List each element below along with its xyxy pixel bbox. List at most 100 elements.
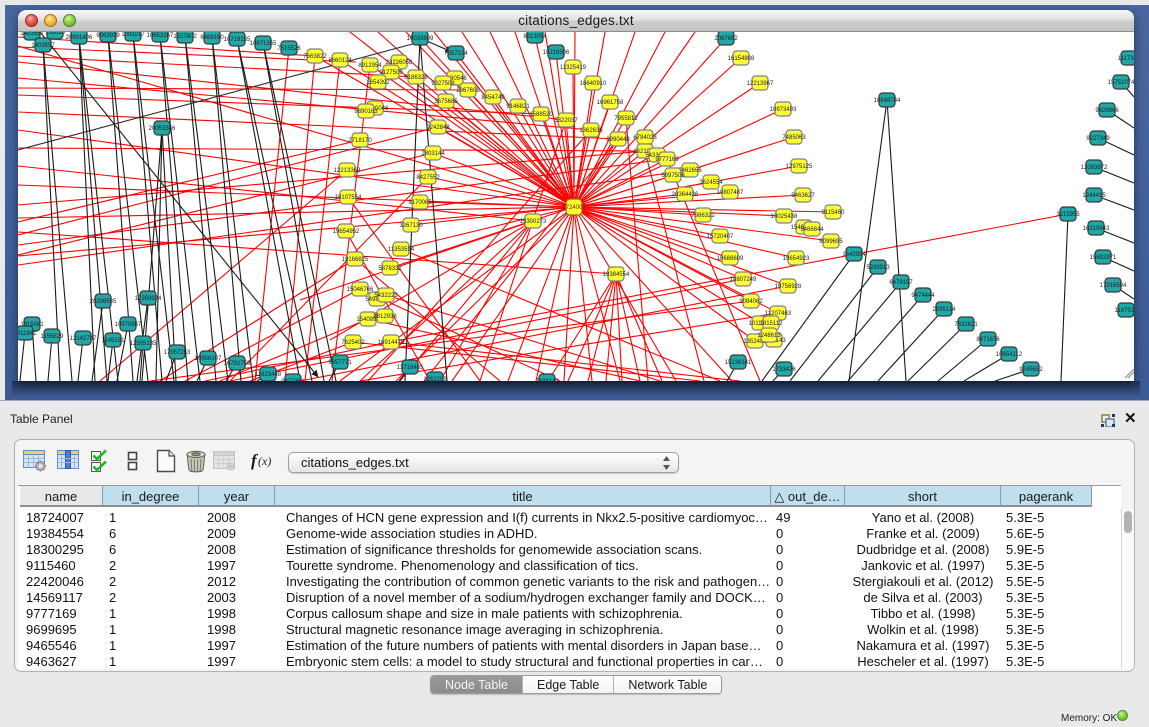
svg-text:5432222: 5432222 (374, 293, 398, 299)
svg-text:11923448: 11923448 (255, 372, 282, 378)
svg-text:3911941: 3911941 (18, 331, 37, 337)
svg-text:10654112: 10654112 (996, 352, 1023, 358)
svg-text:1244415: 1244415 (1082, 193, 1106, 199)
svg-text:10653267: 10653267 (147, 33, 174, 39)
svg-text:20364436: 20364436 (672, 192, 699, 198)
svg-text:3624554: 3624554 (699, 180, 723, 186)
svg-text:10688609: 10688609 (717, 256, 744, 262)
svg-text:9115460: 9115460 (822, 210, 846, 216)
svg-text:11325419: 11325419 (560, 65, 587, 71)
svg-text:1145191: 1145191 (102, 338, 126, 344)
svg-text:18807249: 18807249 (730, 277, 757, 283)
svg-text:3215955: 3215955 (1056, 212, 1080, 218)
svg-text:5878332: 5878332 (378, 266, 402, 272)
svg-text:12213967: 12213967 (747, 81, 774, 87)
svg-text:20691406: 20691406 (66, 35, 93, 41)
svg-text:16154808: 16154808 (728, 56, 755, 62)
svg-text:12505135: 12505135 (130, 341, 157, 347)
svg-text:7663822: 7663822 (303, 54, 327, 60)
svg-text:8454749: 8454749 (481, 95, 505, 101)
svg-text:19756928: 19756928 (775, 284, 802, 290)
svg-text:7515526: 7515526 (277, 46, 301, 52)
svg-text:9242848: 9242848 (426, 125, 450, 131)
svg-text:9463627: 9463627 (791, 193, 815, 199)
svg-text:9777169: 9777169 (655, 157, 679, 163)
svg-text:15720407: 15720407 (707, 234, 734, 240)
svg-text:16914479: 16914479 (378, 340, 405, 346)
svg-text:1248613: 1248613 (757, 333, 781, 339)
svg-text:1815112: 1815112 (760, 321, 784, 327)
svg-text:10958107: 10958107 (195, 356, 222, 362)
svg-text:8813054: 8813054 (523, 34, 547, 40)
svg-text:1093217: 1093217 (121, 32, 145, 38)
svg-text:16210643: 16210643 (1083, 226, 1110, 232)
svg-text:9084062: 9084062 (739, 299, 763, 305)
svg-text:9857771: 9857771 (328, 360, 352, 366)
svg-text:9146821: 9146821 (506, 104, 530, 110)
svg-text:6794028: 6794028 (633, 135, 657, 141)
svg-text:19218506: 19218506 (543, 50, 570, 56)
svg-text:7986322: 7986322 (691, 213, 715, 219)
svg-text:2867608: 2867608 (456, 88, 480, 94)
svg-text:19654923: 19654923 (783, 256, 810, 262)
svg-text:16648784: 16648784 (874, 98, 901, 104)
svg-text:11353594: 11353594 (388, 247, 415, 253)
svg-text:15751074: 15751074 (1108, 80, 1134, 86)
svg-text:1117358: 1117358 (1118, 56, 1134, 62)
svg-text:9471361: 9471361 (281, 379, 305, 381)
svg-text:8812938: 8812938 (373, 314, 397, 320)
svg-text:9063019: 9063019 (96, 33, 120, 39)
svg-text:166020: 166020 (45, 32, 66, 36)
svg-text:1733426: 1733426 (772, 367, 796, 373)
svg-text:5322037: 5322037 (554, 118, 578, 124)
svg-text:2803144: 2803144 (421, 151, 445, 157)
svg-text:16640910: 16640910 (580, 81, 607, 87)
svg-text:7357224: 7357224 (444, 51, 468, 57)
svg-text:1167534: 1167534 (1115, 308, 1134, 314)
svg-text:19166825: 19166825 (342, 257, 369, 263)
svg-text:6897508: 6897508 (661, 173, 685, 179)
svg-text:9474444: 9474444 (911, 293, 935, 299)
svg-text:2087682: 2087682 (714, 36, 738, 42)
svg-text:15692971: 15692971 (1090, 255, 1117, 261)
svg-text:3267130: 3267130 (399, 223, 423, 229)
svg-text:12213369: 12213369 (334, 168, 361, 174)
svg-text:10025438: 10025438 (771, 214, 798, 220)
svg-text:10807487: 10807487 (717, 190, 744, 196)
svg-text:1403557: 1403557 (20, 32, 44, 37)
svg-text:9245652: 9245652 (1019, 367, 1043, 373)
svg-text:16782759: 16782759 (224, 361, 251, 367)
svg-text:8186328: 8186328 (404, 75, 428, 81)
svg-text:1527602: 1527602 (173, 34, 197, 40)
svg-text:17957253: 17957253 (164, 350, 191, 356)
svg-text:5466844: 5466844 (800, 227, 824, 233)
svg-text:8912954: 8912954 (358, 63, 382, 69)
svg-text:8427552: 8427552 (416, 175, 440, 181)
svg-text:(x): (x) (258, 454, 271, 468)
svg-text:1403557: 1403557 (31, 43, 55, 49)
svg-text:5938913: 5938913 (866, 265, 890, 271)
svg-text:2718170: 2718170 (348, 138, 372, 144)
svg-text:12975125: 12975125 (786, 164, 813, 170)
svg-text:15136141: 15136141 (725, 360, 752, 366)
svg-text:16961758: 16961758 (597, 100, 624, 106)
svg-text:3675685: 3675685 (434, 99, 458, 105)
svg-text:19654952: 19654952 (333, 229, 360, 235)
svg-text:7955812: 7955812 (614, 116, 638, 122)
svg-text:17359924: 17359924 (135, 296, 162, 302)
svg-text:8471676: 8471676 (976, 337, 1000, 343)
svg-text:2935114: 2935114 (933, 307, 957, 313)
svg-text:10973493: 10973493 (770, 107, 797, 113)
svg-text:6466160: 6466160 (200, 35, 224, 41)
svg-text:17016504: 17016504 (1100, 283, 1127, 289)
svg-text:19384554: 19384554 (603, 272, 630, 278)
svg-text:20053346: 20053346 (149, 126, 176, 132)
svg-text:7485063: 7485063 (782, 135, 806, 141)
svg-text:9329966: 9329966 (1095, 108, 1119, 114)
svg-text:16033809: 16033809 (407, 36, 434, 42)
svg-text:1588520: 1588520 (529, 112, 553, 118)
svg-text:7632621: 7632621 (954, 322, 978, 328)
svg-text:9170065: 9170065 (408, 200, 432, 206)
svg-text:12142737: 12142737 (70, 336, 97, 342)
svg-text:1724007: 1724007 (562, 205, 586, 211)
